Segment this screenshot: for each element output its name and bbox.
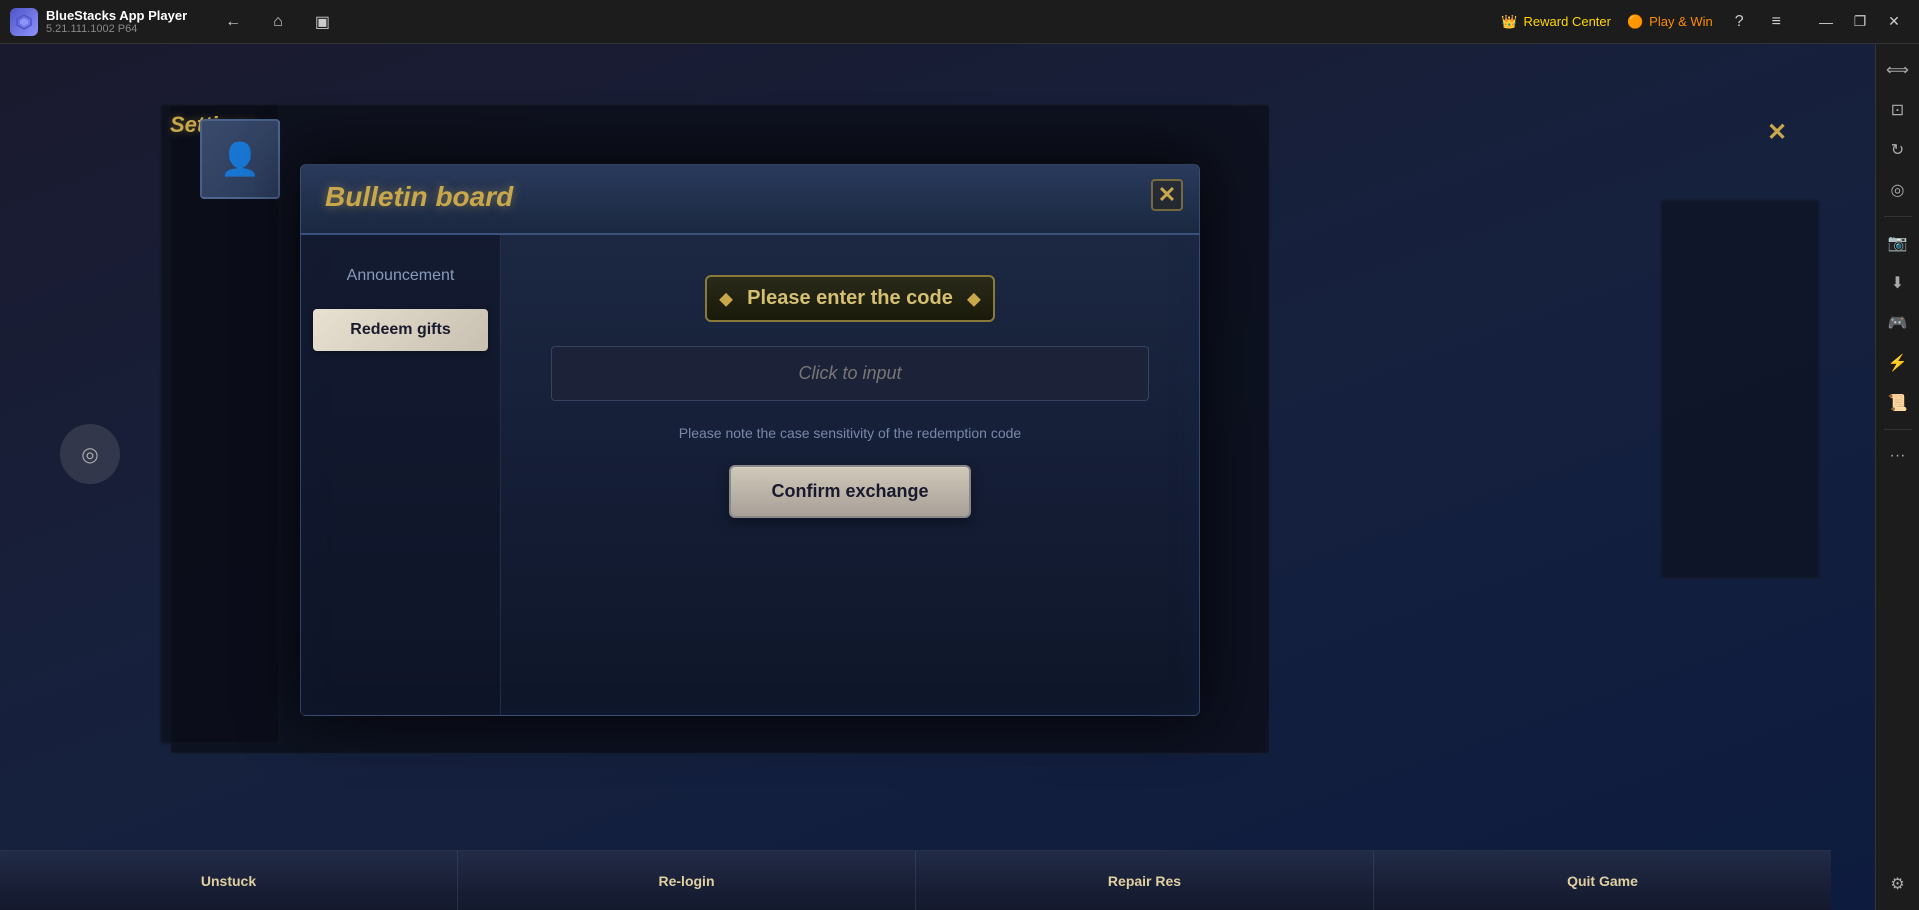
tab-announcement-label: Announcement [347,267,455,284]
app-name-label: BlueStacks App Player [46,8,187,23]
settings-left-nav [160,104,280,744]
relogin-button[interactable]: Re-login [458,851,916,910]
coin-icon: 🟠 [1627,14,1643,30]
unstuck-button[interactable]: Unstuck [0,851,458,910]
topbar: BlueStacks App Player 5.21.111.1002 P64 … [0,0,1919,44]
topbar-navigation: ← ⌂ ▣ [217,8,338,36]
sidebar-camera-icon[interactable]: 📷 [1880,225,1916,261]
sidebar-rotate-icon[interactable]: ↻ [1880,132,1916,168]
sidebar-expand-icon[interactable]: ⟺ [1880,52,1916,88]
bottom-toolbar: Unstuck Re-login Repair Res Quit Game [0,850,1831,910]
app-logo: BlueStacks App Player 5.21.111.1002 P64 [10,8,187,36]
tabs-button[interactable]: ▣ [307,8,338,36]
help-button[interactable]: ? [1729,9,1750,35]
menu-button[interactable]: ≡ [1766,9,1787,35]
tab-announcement[interactable]: Announcement [313,255,488,297]
confirm-exchange-label: Confirm exchange [771,481,928,501]
app-version-label: 5.21.111.1002 P64 [46,23,187,35]
dialog-main-content: Please enter the code Please note the ca… [501,235,1199,715]
repair-res-button[interactable]: Repair Res [916,851,1374,910]
sidebar-screen-icon[interactable]: ⊡ [1880,92,1916,128]
tab-redeem-gifts-label: Redeem gifts [350,321,450,338]
right-sidebar: ⟺ ⊡ ↻ ◎ 📷 ⬇ 🎮 ⚡ 📜 ··· ⚙ [1875,44,1919,910]
code-input-wrapper [551,346,1149,401]
tab-redeem-gifts[interactable]: Redeem gifts [313,309,488,351]
dialog-body: Announcement Redeem gifts Please enter t… [301,235,1199,715]
sidebar-download-icon[interactable]: ⬇ [1880,265,1916,301]
bulletin-board-dialog: Bulletin board ✕ Announcement Redeem gif… [300,164,1200,716]
sidebar-more-icon[interactable]: ··· [1880,438,1916,474]
circle-inner-icon: ◎ [81,442,98,467]
play-win-label: Play & Win [1649,14,1713,29]
code-header-badge: Please enter the code [705,275,995,322]
code-input[interactable] [551,346,1149,401]
sidebar-settings-icon[interactable]: ⚙ [1880,866,1916,902]
minimize-button[interactable]: — [1811,7,1841,37]
close-button[interactable]: ✕ [1879,7,1909,37]
crown-icon: 👑 [1501,14,1517,30]
right-panel-blur [1660,199,1820,579]
character-portrait: 👤 [200,119,280,199]
code-header-section: Please enter the code [705,275,995,322]
avatar-icon: 👤 [220,140,260,178]
restore-button[interactable]: ❐ [1845,7,1875,37]
dialog-sidebar: Announcement Redeem gifts [301,235,501,715]
game-content-area: Settings 👤 ◎ ✕ Bulletin board ✕ Announce… [0,44,1875,910]
dialog-header: Bulletin board ✕ [301,165,1199,235]
sidebar-gamepad-icon[interactable]: 🎮 [1880,305,1916,341]
back-button[interactable]: ← [217,9,249,35]
reward-center-button[interactable]: 👑 Reward Center [1501,14,1611,30]
quit-game-button[interactable]: Quit Game [1374,851,1831,910]
code-note-text: Please note the case sensitivity of the … [679,425,1021,441]
left-circle-icon: ◎ [60,424,120,484]
bluestacks-icon [10,8,38,36]
play-win-button[interactable]: 🟠 Play & Win [1627,14,1713,30]
code-header-text: Please enter the code [747,287,953,309]
topbar-right-controls: 👑 Reward Center 🟠 Play & Win ? ≡ — ❐ ✕ [1501,7,1909,37]
dialog-title: Bulletin board [325,181,1175,213]
sidebar-divider-1 [1884,216,1912,217]
sidebar-macro-icon[interactable]: ⚡ [1880,345,1916,381]
sidebar-script-icon[interactable]: 📜 [1880,385,1916,421]
home-button[interactable]: ⌂ [265,9,291,35]
window-controls: — ❐ ✕ [1811,7,1909,37]
sidebar-location-icon[interactable]: ◎ [1880,172,1916,208]
confirm-exchange-button[interactable]: Confirm exchange [729,465,970,518]
sidebar-divider-2 [1884,429,1912,430]
reward-center-label: Reward Center [1524,14,1611,29]
dialog-close-button[interactable]: ✕ [1151,179,1183,211]
outer-close-button[interactable]: ✕ [1759,114,1795,150]
